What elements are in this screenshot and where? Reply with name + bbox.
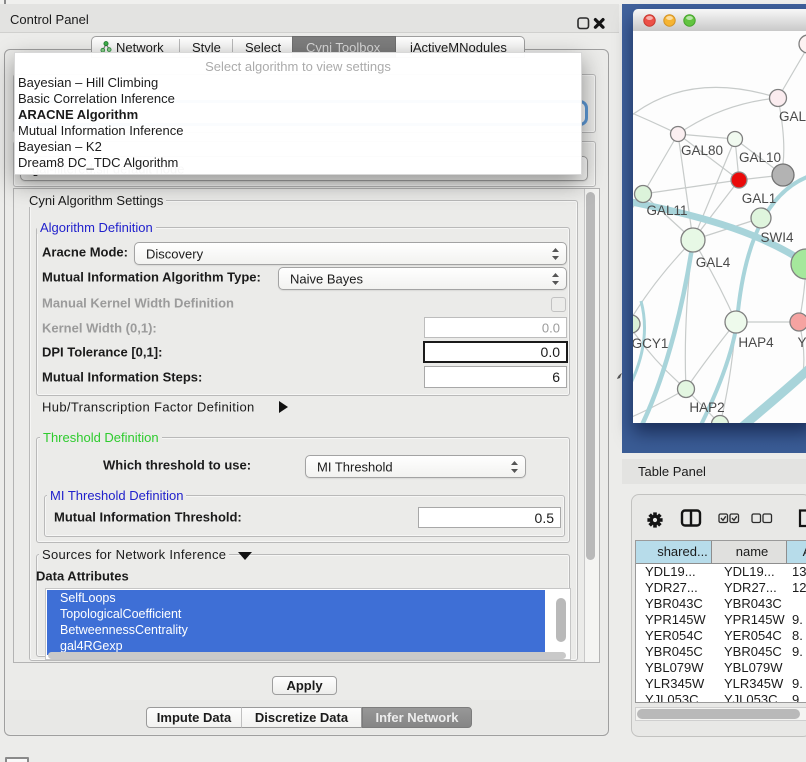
svg-text:GAL7: GAL7	[779, 109, 806, 124]
svg-text:GCY1: GCY1	[633, 336, 668, 351]
svg-text:GAL10: GAL10	[739, 150, 781, 165]
svg-text:GAL80: GAL80	[681, 143, 723, 158]
svg-text:GAL1: GAL1	[742, 191, 777, 206]
svg-text:GAL4: GAL4	[696, 255, 731, 270]
svg-text:HAP4: HAP4	[738, 335, 774, 350]
svg-text:Y: Y	[797, 335, 806, 350]
svg-text:HAP2: HAP2	[689, 400, 724, 415]
svg-text:GAL11: GAL11	[646, 203, 687, 218]
svg-text:SWI4: SWI4	[760, 230, 793, 245]
